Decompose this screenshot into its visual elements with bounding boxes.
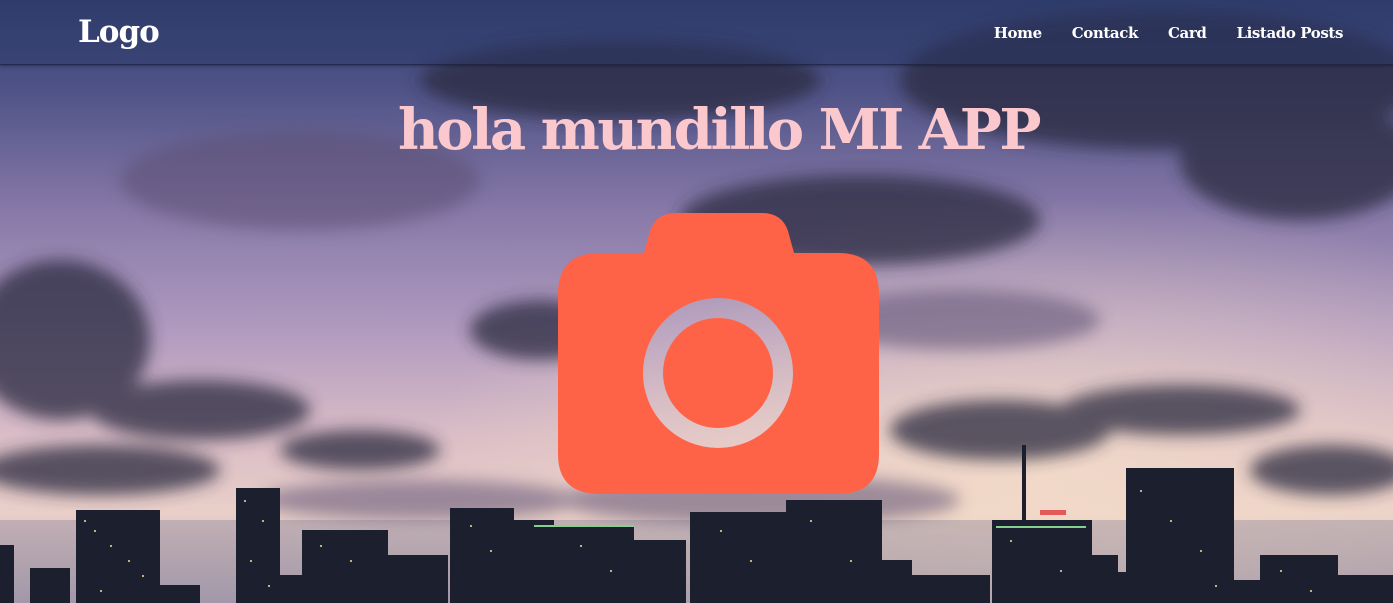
- nav-item-contack: Contack: [1072, 23, 1139, 42]
- nav-link-contack[interactable]: Contack: [1072, 24, 1139, 42]
- nav-link-home[interactable]: Home: [994, 24, 1042, 42]
- nav-item-home: Home: [994, 23, 1042, 42]
- nav-item-listado-posts: Listado Posts: [1236, 23, 1343, 42]
- nav-link-card[interactable]: Card: [1168, 24, 1207, 42]
- camera-icon: [558, 213, 879, 494]
- nav-item-card: Card: [1168, 23, 1207, 42]
- nav-links: Home Contack Card Listado Posts: [964, 0, 1344, 64]
- hero-title: hola mundillo MI APP: [398, 97, 1041, 163]
- logo-link[interactable]: Logo: [78, 12, 160, 52]
- nav-link-listado-posts[interactable]: Listado Posts: [1236, 24, 1343, 42]
- top-navbar: Logo Home Contack Card Listado Posts: [0, 0, 1393, 65]
